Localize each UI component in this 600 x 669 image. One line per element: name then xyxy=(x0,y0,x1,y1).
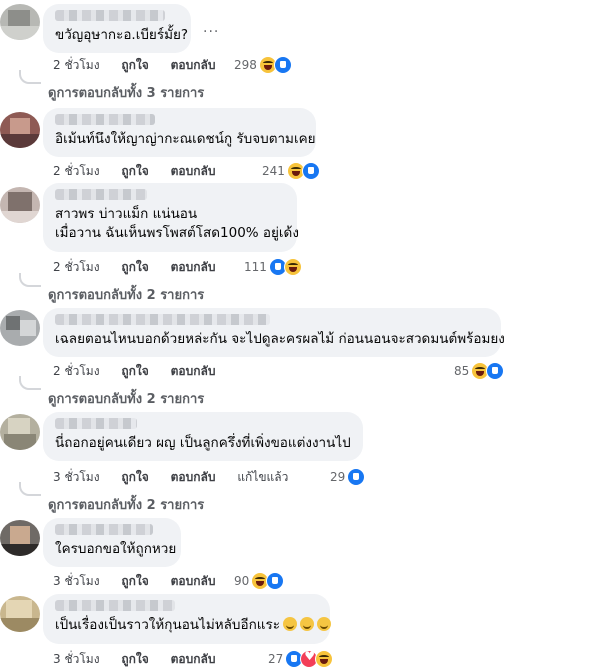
reply-button[interactable]: ตอบกลับ xyxy=(171,164,216,178)
reaction-count: 29 xyxy=(330,470,346,484)
comment-text: เมื่อวาน ฉันเห็นพรโพสต์โสด100% อยู่เด้ง xyxy=(55,225,299,241)
reply-button[interactable]: ตอบกลับ xyxy=(171,58,216,72)
comment-text: เป็นเรื่องเป็นราวให้กุนอนไม่หลับอีกแระ xyxy=(55,616,331,635)
like-icon xyxy=(301,162,320,180)
like-button[interactable]: ถูกใจ xyxy=(121,470,148,484)
comment-bubble: เฉลยตอนไหนบอกด้วยหล่ะกัน จะไปดูละครผลไม้… xyxy=(43,308,505,357)
avatar[interactable] xyxy=(0,414,40,450)
reaction-count: 90 xyxy=(234,574,250,588)
view-replies-link[interactable]: ดูการตอบกลับทั้ง 2 รายการ xyxy=(48,284,204,305)
comment-bubble: ใครบอกขอให้ถูกหวย xyxy=(43,518,181,567)
reaction-count: 85 xyxy=(454,364,470,378)
like-icon xyxy=(266,572,285,590)
comment-bubble: เป็นเรื่องเป็นราวให้กุนอนไม่หลับอีกแระ xyxy=(43,594,331,644)
comment-time[interactable]: 2 ชั่วโมง xyxy=(53,260,100,274)
comment-bubble: ขวัญอุษากะอ.เบียร์มั้ย? xyxy=(43,4,191,53)
reply-button[interactable]: ตอบกลับ xyxy=(171,364,216,378)
avatar[interactable] xyxy=(0,4,40,40)
thread-line xyxy=(19,273,41,287)
commenter-name[interactable] xyxy=(55,600,175,611)
comment-actions: 3 ชั่วโมง ถูกใจ ตอบกลับ xyxy=(53,650,233,669)
comment-actions: 2 ชั่วโมง ถูกใจ ตอบกลับ xyxy=(53,362,233,381)
comment-time[interactable]: 2 ชั่วโมง xyxy=(53,364,100,378)
reaction-summary[interactable]: 241 xyxy=(262,162,320,180)
haha-icon xyxy=(315,650,334,668)
avatar[interactable] xyxy=(0,520,40,556)
edited-label: แก้ไขแล้ว xyxy=(237,470,289,484)
like-button[interactable]: ถูกใจ xyxy=(121,260,148,274)
commenter-name[interactable] xyxy=(55,10,165,21)
like-icon xyxy=(486,362,505,380)
avatar[interactable] xyxy=(0,310,40,346)
reply-button[interactable]: ตอบกลับ xyxy=(171,652,216,666)
reply-button[interactable]: ตอบกลับ xyxy=(171,470,216,484)
comment-text-body: เป็นเรื่องเป็นราวให้กุนอนไม่หลับอีกแระ xyxy=(55,617,280,633)
haha-icon xyxy=(283,258,302,276)
like-button[interactable]: ถูกใจ xyxy=(121,58,148,72)
reaction-summary[interactable]: 111 xyxy=(244,258,302,276)
comment-time[interactable]: 2 ชั่วโมง xyxy=(53,58,100,72)
comment-time[interactable]: 3 ชั่วโมง xyxy=(53,574,100,588)
like-icon xyxy=(347,468,366,486)
like-button[interactable]: ถูกใจ xyxy=(121,574,148,588)
comment-text: นี่ถอกอยู่คนเดียว ผญ เป็นลูกครึ่งที่เพิ่… xyxy=(55,435,351,451)
reaction-summary[interactable]: 298 xyxy=(234,56,292,74)
like-icon xyxy=(273,56,292,74)
comment-time[interactable]: 2 ชั่วโมง xyxy=(53,164,100,178)
grin-emoji-icon xyxy=(299,617,314,631)
commenter-name[interactable] xyxy=(55,314,270,325)
comment-actions: 2 ชั่วโมง ถูกใจ ตอบกลับ xyxy=(53,56,233,75)
comment-time[interactable]: 3 ชั่วโมง xyxy=(53,652,100,666)
commenter-name[interactable] xyxy=(55,189,147,200)
thread-line xyxy=(19,70,41,84)
grin-emoji-icon xyxy=(282,617,297,631)
comment-actions: 3 ชั่วโมง ถูกใจ ตอบกลับ xyxy=(53,572,233,591)
commenter-name[interactable] xyxy=(55,114,155,125)
thread-line xyxy=(19,376,41,390)
reaction-summary[interactable]: 29 xyxy=(330,468,366,486)
comment-actions: 2 ชั่วโมง ถูกใจ ตอบกลับ xyxy=(53,162,233,181)
comment-actions: 2 ชั่วโมง ถูกใจ ตอบกลับ xyxy=(53,258,233,277)
comment-text: อิเม้นท์นึงให้ญาญ่ากะณเดชน์กู รับจบตามเค… xyxy=(55,131,316,147)
avatar[interactable] xyxy=(0,112,40,148)
reaction-count: 241 xyxy=(262,164,285,178)
comment-bubble: สาวพร บ่าวแม็ก แน่นอน เมื่อวาน ฉันเห็นพร… xyxy=(43,183,299,252)
comment-text: สาวพร บ่าวแม็ก แน่นอน xyxy=(55,206,198,222)
like-button[interactable]: ถูกใจ xyxy=(121,364,148,378)
view-replies-link[interactable]: ดูการตอบกลับทั้ง 2 รายการ xyxy=(48,494,204,515)
comment-bubble: อิเม้นท์นึงให้ญาญ่ากะณเดชน์กู รับจบตามเค… xyxy=(43,108,316,157)
grin-emoji-icon xyxy=(316,617,331,631)
comment-text: ใครบอกขอให้ถูกหวย xyxy=(55,541,177,557)
commenter-name[interactable] xyxy=(55,524,153,535)
reply-button[interactable]: ตอบกลับ xyxy=(171,574,216,588)
reaction-count: 298 xyxy=(234,58,257,72)
view-replies-link[interactable]: ดูการตอบกลับทั้ง 3 รายการ xyxy=(48,82,204,103)
comment-text: ขวัญอุษากะอ.เบียร์มั้ย? xyxy=(55,27,189,43)
reaction-count: 111 xyxy=(244,260,267,274)
more-options-icon[interactable]: ... xyxy=(203,20,219,36)
thread-line xyxy=(19,482,41,496)
like-button[interactable]: ถูกใจ xyxy=(121,164,148,178)
comment-actions: 3 ชั่วโมง ถูกใจ ตอบกลับ แก้ไขแล้ว xyxy=(53,468,306,487)
avatar[interactable] xyxy=(0,187,40,223)
reaction-summary[interactable]: 27 xyxy=(268,649,334,668)
reaction-summary[interactable]: 85 xyxy=(454,362,505,380)
like-button[interactable]: ถูกใจ xyxy=(121,652,148,666)
commenter-name[interactable] xyxy=(55,418,137,429)
comment-time[interactable]: 3 ชั่วโมง xyxy=(53,470,100,484)
reaction-summary[interactable]: 90 xyxy=(234,572,285,590)
reaction-count: 27 xyxy=(268,652,284,666)
comment-bubble: นี่ถอกอยู่คนเดียว ผญ เป็นลูกครึ่งที่เพิ่… xyxy=(43,412,363,461)
reply-button[interactable]: ตอบกลับ xyxy=(171,260,216,274)
view-replies-link[interactable]: ดูการตอบกลับทั้ง 2 รายการ xyxy=(48,388,204,409)
avatar[interactable] xyxy=(0,596,40,632)
comment-text: เฉลยตอนไหนบอกด้วยหล่ะกัน จะไปดูละครผลไม้… xyxy=(55,331,505,347)
